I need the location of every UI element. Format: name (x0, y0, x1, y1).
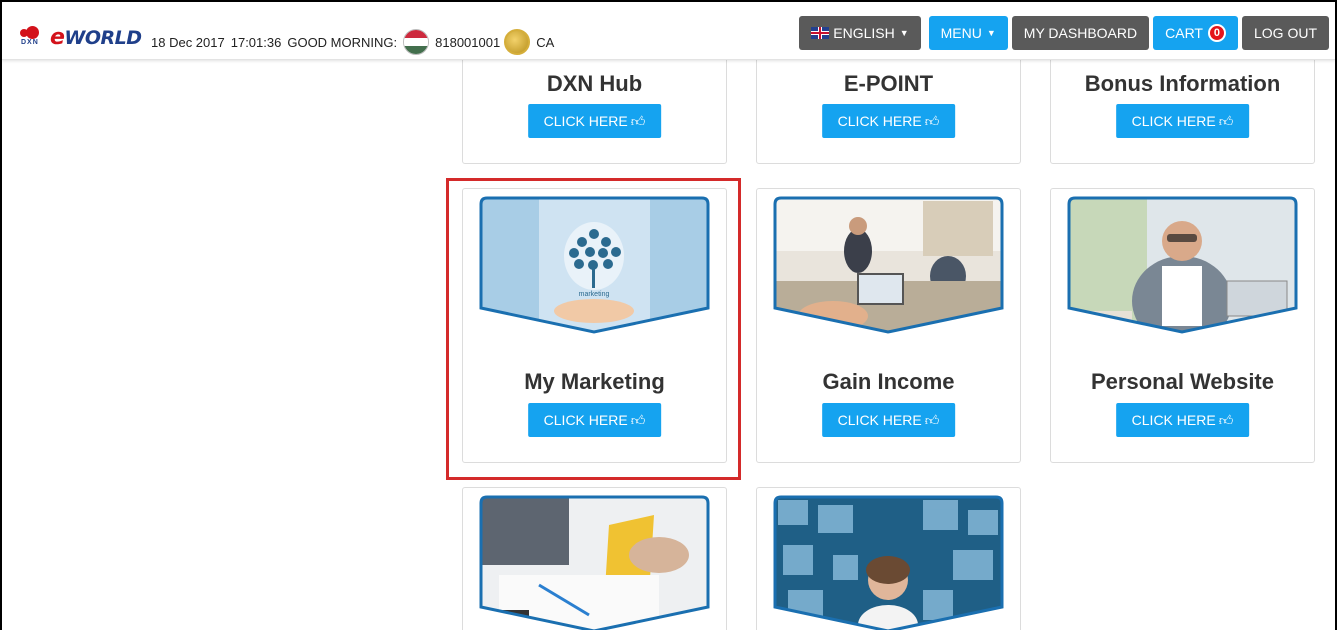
card-title: Bonus Information (1084, 71, 1281, 96)
card-gain-income: Gain Income CLICK HERE 👍︎ (756, 188, 1021, 463)
card-row3-2 (756, 487, 1021, 630)
uk-flag-icon (811, 27, 830, 39)
thumbs-up-icon: 👍︎ (630, 112, 646, 129)
caret-down-icon: ▼ (986, 28, 996, 38)
card-title: Gain Income (822, 369, 955, 394)
my-dashboard-button[interactable]: MY DASHBOARD (1011, 16, 1150, 50)
status-line: 18 Dec 2017 17:01:36 GOOD MORNING: 81800… (151, 29, 560, 55)
language-dropdown[interactable]: ENGLISH ▼ (799, 16, 921, 50)
language-label: ENGLISH (833, 25, 895, 41)
time-text: 17:01:36 (230, 34, 282, 50)
card-title: DXN Hub (546, 71, 643, 96)
eworld-logo[interactable]: DXN eWORLD (20, 24, 142, 50)
rank-medal-icon (504, 29, 531, 55)
thumbs-up-icon: 👍︎ (924, 411, 940, 428)
click-here-button[interactable]: CLICK HERE 👍︎ (821, 403, 956, 437)
cart-label: CART (1165, 25, 1203, 41)
dxn-logo-icon: DXN (20, 26, 48, 48)
personal-website-image[interactable] (1067, 196, 1298, 334)
hungary-flag-icon (403, 29, 430, 55)
date-text: 18 Dec 2017 (151, 34, 225, 50)
card-personal-website: Personal Website CLICK HERE 👍︎ (1050, 188, 1315, 463)
menu-dropdown[interactable]: MENU ▼ (928, 16, 1008, 50)
logout-button[interactable]: LOG OUT (1241, 16, 1329, 50)
top-bar: DXN eWORLD 18 Dec 2017 17:01:36 GOOD MOR… (2, 2, 1335, 60)
gain-income-image[interactable] (773, 196, 1004, 334)
card-row3-1 (462, 487, 727, 630)
card-title: E-POINT (843, 71, 934, 96)
menu-label: MENU (940, 25, 982, 41)
meeting-image[interactable] (479, 495, 710, 630)
member-id: 818001001 (435, 34, 501, 50)
highlight-box (446, 178, 741, 480)
top-nav: ENGLISH ▼ MENU ▼ MY DASHBOARD CART 0 LOG… (799, 16, 1329, 50)
cart-count-badge: 0 (1207, 24, 1226, 42)
click-here-button[interactable]: CLICK HERE 👍︎ (1115, 104, 1250, 138)
cart-button[interactable]: CART 0 (1153, 16, 1238, 50)
caret-down-icon: ▼ (899, 28, 909, 38)
frame-left (0, 0, 2, 630)
greeting-text: GOOD MORNING: (287, 34, 398, 50)
thumbs-up-icon: 👍︎ (1218, 411, 1234, 428)
thumbs-up-icon: 👍︎ (924, 112, 940, 129)
country-code: CA (536, 34, 555, 50)
people-collage-image[interactable] (773, 495, 1004, 630)
click-here-button[interactable]: CLICK HERE 👍︎ (527, 104, 662, 138)
click-here-button[interactable]: CLICK HERE 👍︎ (1115, 403, 1250, 437)
click-here-button[interactable]: CLICK HERE 👍︎ (821, 104, 956, 138)
card-title: Personal Website (1091, 369, 1274, 394)
eworld-wordmark: eWORLD (50, 24, 142, 50)
thumbs-up-icon: 👍︎ (1218, 112, 1234, 129)
